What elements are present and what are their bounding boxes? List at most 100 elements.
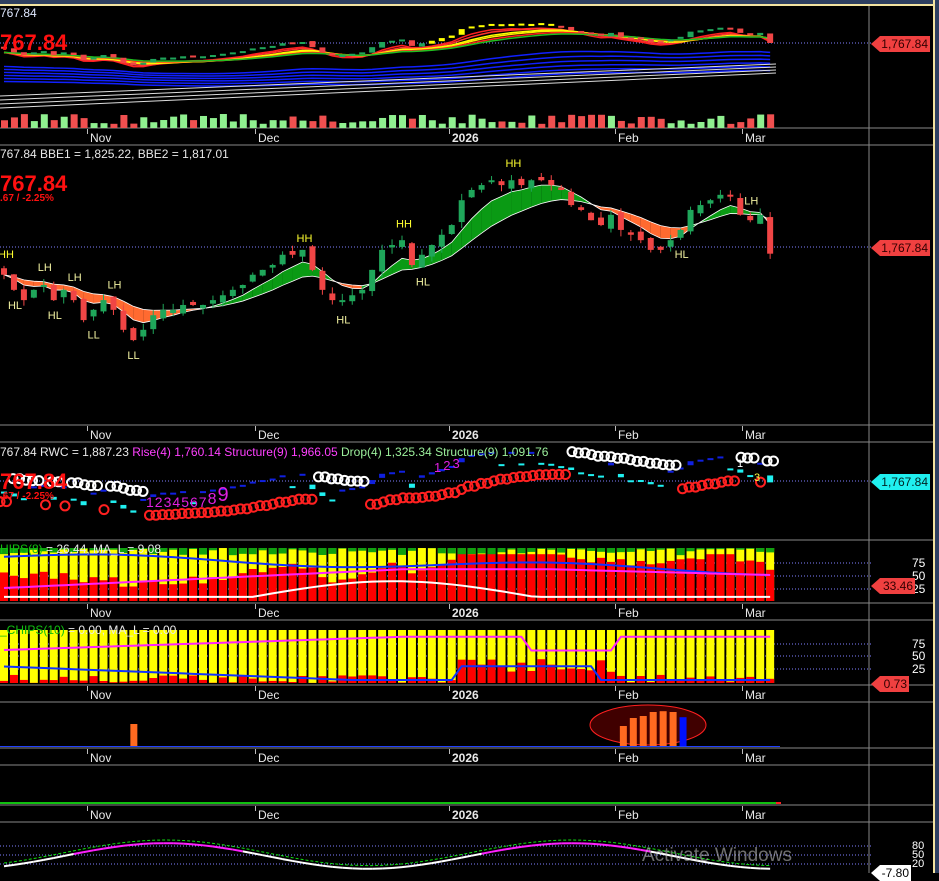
rwc-bar <box>558 466 564 468</box>
rwc-bar <box>767 475 773 482</box>
osc-line-segment <box>502 848 512 850</box>
price-candle <box>319 47 325 52</box>
candle-body <box>270 265 276 268</box>
signal-bar <box>130 724 137 746</box>
bbe-pane[interactable]: HHLHLHHLHLLLLHLLHHHLHHHLHHHLLH <box>0 158 773 362</box>
rwc-drop: Drop(4) 1,325.34 Structure(9) 1,091.76 <box>341 445 548 459</box>
rwc-bar <box>300 474 306 476</box>
chips8-green-bar <box>577 548 585 549</box>
candle-body <box>110 297 116 310</box>
volume-bar <box>81 118 88 128</box>
candle-body <box>101 300 107 311</box>
volume-bar <box>130 124 137 128</box>
chips8-red-bar <box>448 560 456 601</box>
chips10-yellow-bar <box>756 630 764 683</box>
date-label-nov: Nov <box>90 428 111 442</box>
swing-label-hh: HH <box>396 219 412 231</box>
chips10-blue-line <box>4 666 770 680</box>
chips10-red-bar <box>139 681 147 683</box>
chips8-red-bar <box>139 582 147 601</box>
osc-line-segment <box>432 861 442 863</box>
candle-body <box>618 212 624 230</box>
chips8-green-bar <box>607 548 615 553</box>
date-tick <box>449 686 450 691</box>
rwc-resistance-chain-link <box>750 454 759 463</box>
candle-body <box>648 238 654 250</box>
chips8-green-bar <box>597 548 605 552</box>
osc-line-segment <box>253 853 263 855</box>
rwc-header: 767.84 RWC = 1,887.23 Rise(4) 1,760.14 S… <box>0 445 548 459</box>
date-label-mar: Mar <box>745 606 766 620</box>
volume-bar <box>110 124 117 128</box>
osc-line-segment <box>34 860 44 862</box>
candle-body <box>230 290 236 296</box>
volume-bar <box>707 119 714 128</box>
price-candle <box>210 55 216 57</box>
chips10-red-bar <box>169 676 177 683</box>
price-candle <box>628 37 634 39</box>
candle-body <box>688 210 694 231</box>
osc-line-segment <box>402 866 412 867</box>
date-label-feb: Feb <box>618 751 639 765</box>
osc-line-segment <box>442 860 452 862</box>
osc-line-segment <box>591 844 601 845</box>
chips10-red-bar <box>90 676 98 683</box>
chips10-red-bar <box>557 669 565 683</box>
volume-bar <box>359 121 366 128</box>
chips10-red-bar <box>269 681 277 683</box>
chips8-red-bar <box>527 554 535 601</box>
chips8-green-bar <box>706 548 714 549</box>
candle-body <box>717 195 723 199</box>
rwc-bar <box>698 460 704 462</box>
price-candle <box>717 28 723 30</box>
osc-line-segment <box>422 863 432 865</box>
rwc-support-chain-link <box>100 505 109 514</box>
candle-body <box>678 230 684 238</box>
candle-body <box>240 285 246 288</box>
bbe-change: .67 / -2.25% <box>0 193 54 204</box>
chips10-yellow-bar <box>289 630 297 683</box>
rwc-bar <box>518 463 524 465</box>
price-header: 767.84 <box>0 6 37 20</box>
candle-body <box>389 245 395 247</box>
rwc-bar <box>568 468 574 471</box>
date-label-feb: Feb <box>618 428 639 442</box>
osc-line-segment <box>104 847 114 849</box>
candle-body <box>698 205 704 213</box>
chips8-red-bar <box>587 562 595 601</box>
price-candle <box>548 24 554 26</box>
candle-body <box>737 198 743 215</box>
chips8-green-bar <box>587 548 595 551</box>
price-candle <box>399 39 405 41</box>
chips8-green-bar <box>617 548 625 552</box>
date-label-mar: Mar <box>745 808 766 822</box>
swing-label-ll: LL <box>127 350 139 362</box>
rwc-support-chain-link <box>308 495 317 504</box>
swing-label-hh: HH <box>0 249 14 261</box>
rwc-bar <box>240 485 246 487</box>
chips8-green-bar <box>677 548 685 555</box>
candle-body <box>508 180 514 188</box>
chips10-yellow-bar <box>129 630 137 683</box>
signal-bars-pane[interactable] <box>0 705 780 747</box>
chips8-red-bar <box>706 554 714 601</box>
osc-line-segment <box>44 858 54 860</box>
candle-body <box>518 179 524 185</box>
rwc-bar <box>658 485 664 487</box>
price-candle <box>349 54 355 56</box>
chips8-red-bar <box>557 555 565 601</box>
date-label-dec: Dec <box>258 808 279 822</box>
chips8-red-bar <box>179 584 187 601</box>
chips10-red-bar <box>80 681 88 683</box>
volume-bar <box>230 121 237 128</box>
volume-bar <box>379 118 386 128</box>
price-candle <box>558 26 564 28</box>
price-candle <box>618 32 624 37</box>
date-tick <box>255 806 256 811</box>
price-pane[interactable] <box>0 23 776 128</box>
volume-bar <box>459 123 466 128</box>
chips8-green-bar <box>657 548 665 550</box>
chips10-red-bar <box>199 680 207 683</box>
rwc-bar <box>329 499 335 501</box>
candle-body <box>190 302 196 305</box>
